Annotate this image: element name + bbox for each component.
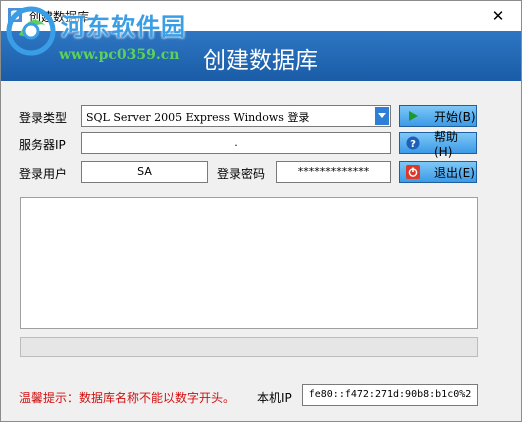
- local-ip-value[interactable]: fe80::f472:271d:90b8:b1c0%2: [302, 384, 478, 406]
- help-icon: ?: [406, 136, 420, 150]
- exit-button-label: 退出(E): [434, 165, 475, 180]
- login-type-select[interactable]: SQL Server 2005 Express Windows 登录: [81, 105, 391, 127]
- login-password-input[interactable]: *************: [276, 161, 391, 183]
- exit-button[interactable]: 退出(E): [399, 161, 477, 183]
- close-button[interactable]: ✕: [475, 1, 521, 31]
- server-ip-label: 服务器IP: [19, 138, 66, 152]
- login-type-value: SQL Server 2005 Express Windows 登录: [86, 111, 310, 124]
- watermark-url: www.pc0359.cn: [59, 47, 180, 63]
- app-window: 创建数据库 ✕ 河东软件园 www.pc0359.cn 创建数据库 登录类型 S…: [0, 0, 522, 422]
- output-log[interactable]: [20, 197, 478, 329]
- help-button-label: 帮助(H): [434, 129, 459, 159]
- chevron-down-icon[interactable]: [375, 107, 389, 125]
- watermark-text: 河东软件园: [61, 12, 186, 41]
- login-user-label: 登录用户: [19, 167, 68, 181]
- progress-bar: [20, 337, 478, 357]
- watermark: 河东软件园 www.pc0359.cn: [1, 1, 211, 81]
- help-button[interactable]: ? 帮助(H): [399, 130, 477, 159]
- power-icon: [406, 165, 420, 179]
- start-button-label: 开始(B): [434, 109, 476, 124]
- header-banner: 河东软件园 www.pc0359.cn 创建数据库: [1, 6, 521, 81]
- local-ip-label: 本机IP: [257, 391, 292, 405]
- watermark-logo-icon: [6, 6, 56, 56]
- warning-tip: 温馨提示：数据库名称不能以数字开头。: [19, 391, 236, 405]
- server-ip-input[interactable]: .: [81, 132, 391, 154]
- svg-text:?: ?: [410, 139, 416, 150]
- close-icon: ✕: [491, 7, 505, 25]
- start-button[interactable]: 开始(B): [399, 105, 477, 127]
- play-icon: [409, 111, 418, 121]
- login-type-label: 登录类型: [19, 111, 68, 125]
- login-user-input[interactable]: SA: [81, 161, 208, 183]
- banner-title: 创建数据库: [203, 48, 318, 74]
- login-password-label: 登录密码: [217, 167, 266, 181]
